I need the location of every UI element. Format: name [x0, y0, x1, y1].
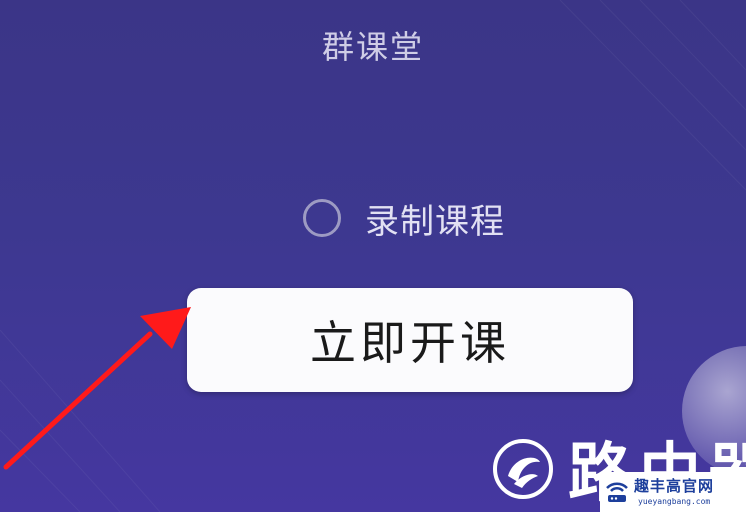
badge-url: yueyangbang.com — [638, 497, 711, 506]
record-course-option[interactable]: 录制课程 — [303, 194, 505, 242]
app-screen: 群课堂 录制课程 立即开课 路由器 趣丰高官网 yueyangbang.com — [0, 0, 746, 512]
record-course-label: 录制课程 — [365, 201, 505, 242]
watermark-badge: 趣丰高官网 yueyangbang.com — [600, 472, 746, 512]
badge-title: 趣丰高官网 — [634, 477, 715, 495]
page-title: 群课堂 — [321, 28, 424, 66]
start-class-button[interactable]: 立即开课 — [187, 288, 633, 392]
wifi-router-icon — [606, 482, 628, 502]
swirl-logo-icon — [493, 439, 553, 499]
radio-unchecked-icon[interactable] — [303, 199, 341, 237]
